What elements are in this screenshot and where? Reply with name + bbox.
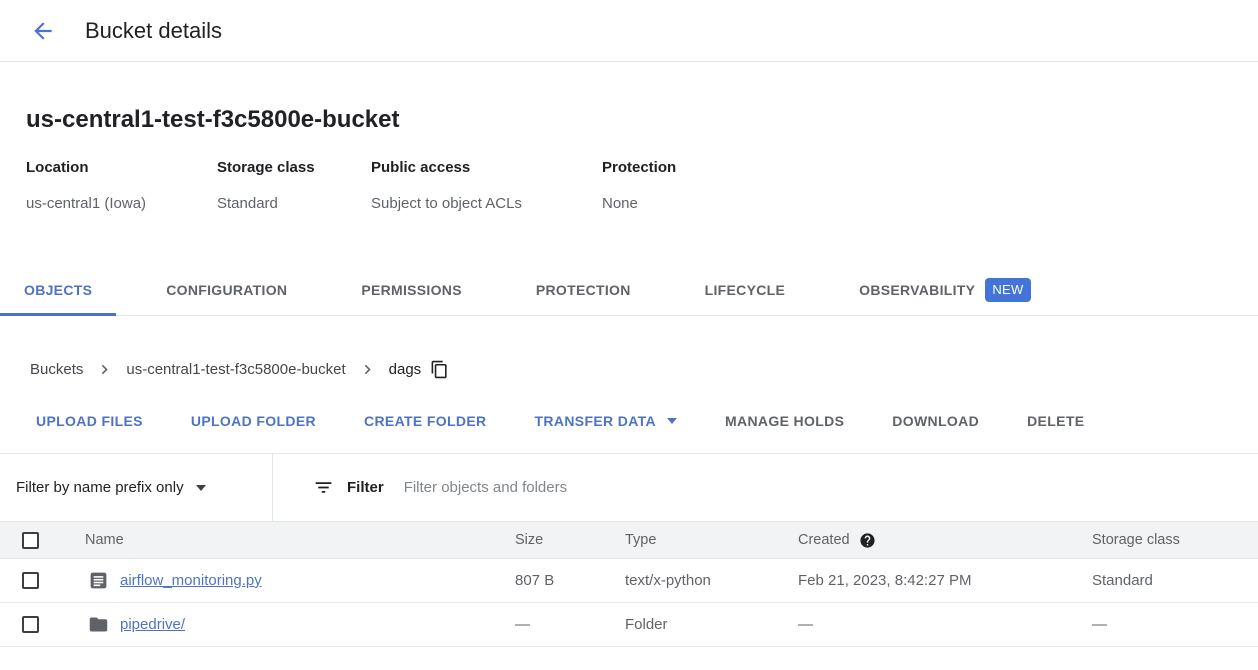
help-icon[interactable] bbox=[859, 532, 876, 549]
filter-label: Filter bbox=[347, 479, 384, 496]
vertical-divider bbox=[272, 454, 273, 522]
download-button[interactable]: DOWNLOAD bbox=[892, 413, 979, 429]
bucket-meta: Location us-central1 (Iowa) Storage clas… bbox=[26, 159, 1258, 213]
column-header-name: Name bbox=[64, 532, 494, 548]
cell-storage-class: Standard bbox=[1071, 572, 1258, 589]
table-row: airflow_monitoring.py 807 B text/x-pytho… bbox=[0, 559, 1258, 603]
manage-holds-button[interactable]: MANAGE HOLDS bbox=[725, 413, 844, 429]
tab-protection[interactable]: PROTECTION bbox=[512, 265, 655, 315]
file-icon bbox=[88, 570, 109, 591]
column-header-created: Created bbox=[777, 532, 1071, 549]
table-header-row: Name Size Type Created Storage class bbox=[0, 521, 1258, 559]
tab-configuration[interactable]: CONFIGURATION bbox=[142, 265, 311, 315]
object-link[interactable]: airflow_monitoring.py bbox=[120, 572, 262, 589]
cell-size: 807 B bbox=[494, 572, 604, 589]
meta-label: Location bbox=[26, 159, 217, 177]
meta-label: Storage class bbox=[217, 159, 371, 177]
object-toolbar: UPLOAD FILES UPLOAD FOLDER CREATE FOLDER… bbox=[36, 413, 1258, 429]
meta-value: Standard bbox=[217, 195, 371, 213]
breadcrumb-current-folder: dags bbox=[389, 361, 422, 378]
tab-lifecycle[interactable]: LIFECYCLE bbox=[681, 265, 809, 315]
column-header-type: Type bbox=[604, 532, 777, 548]
meta-value: None bbox=[602, 195, 676, 213]
select-all-checkbox[interactable] bbox=[22, 532, 39, 549]
filter-scope-dropdown[interactable]: Filter by name prefix only bbox=[0, 479, 272, 496]
chevron-right-icon bbox=[358, 360, 377, 379]
filter-input[interactable] bbox=[402, 478, 922, 497]
cell-type: Folder bbox=[604, 616, 777, 633]
meta-label: Public access bbox=[371, 159, 602, 177]
column-header-storage-class: Storage class bbox=[1071, 532, 1258, 548]
row-checkbox[interactable] bbox=[22, 572, 39, 589]
chevron-down-icon bbox=[667, 418, 677, 424]
meta-storage-class: Storage class Standard bbox=[217, 159, 371, 213]
delete-button[interactable]: DELETE bbox=[1027, 413, 1084, 429]
meta-protection: Protection None bbox=[602, 159, 676, 213]
cell-size: — bbox=[494, 616, 604, 633]
folder-icon bbox=[88, 614, 109, 635]
meta-public-access: Public access Subject to object ACLs bbox=[371, 159, 602, 213]
tab-bar: OBJECTS CONFIGURATION PERMISSIONS PROTEC… bbox=[0, 265, 1258, 316]
meta-value: us-central1 (Iowa) bbox=[26, 195, 217, 213]
meta-label: Protection bbox=[602, 159, 676, 177]
filter-list-icon bbox=[313, 477, 334, 498]
bucket-name: us-central1-test-f3c5800e-bucket bbox=[26, 105, 1258, 135]
upload-files-button[interactable]: UPLOAD FILES bbox=[36, 413, 143, 429]
breadcrumb-buckets[interactable]: Buckets bbox=[30, 361, 83, 378]
object-link[interactable]: pipedrive/ bbox=[120, 616, 185, 633]
meta-value: Subject to object ACLs bbox=[371, 195, 602, 213]
filter-row: Filter by name prefix only Filter bbox=[0, 453, 1258, 521]
create-folder-button[interactable]: CREATE FOLDER bbox=[364, 413, 487, 429]
cell-created: Feb 21, 2023, 8:42:27 PM bbox=[777, 572, 1071, 589]
tab-permissions[interactable]: PERMISSIONS bbox=[337, 265, 486, 315]
meta-location: Location us-central1 (Iowa) bbox=[26, 159, 217, 213]
breadcrumb: Buckets us-central1-test-f3c5800e-bucket… bbox=[30, 360, 1258, 379]
column-header-size: Size bbox=[494, 532, 604, 548]
table-row: pipedrive/ — Folder — — bbox=[0, 603, 1258, 647]
transfer-data-button[interactable]: TRANSFER DATA bbox=[535, 413, 677, 429]
cell-storage-class: — bbox=[1071, 616, 1258, 633]
chevron-down-icon bbox=[196, 485, 206, 491]
app-header: Bucket details bbox=[0, 0, 1258, 62]
chevron-right-icon bbox=[95, 360, 114, 379]
cell-type: text/x-python bbox=[604, 572, 777, 589]
new-badge: NEW bbox=[985, 278, 1030, 302]
tab-objects[interactable]: OBJECTS bbox=[0, 265, 116, 315]
copy-icon[interactable] bbox=[430, 360, 449, 379]
back-arrow-icon[interactable] bbox=[30, 18, 56, 44]
page-title: Bucket details bbox=[85, 18, 222, 44]
tab-observability[interactable]: OBSERVABILITY NEW bbox=[835, 265, 1054, 315]
row-checkbox[interactable] bbox=[22, 616, 39, 633]
cell-created: — bbox=[777, 616, 1071, 633]
upload-folder-button[interactable]: UPLOAD FOLDER bbox=[191, 413, 316, 429]
breadcrumb-bucket-name[interactable]: us-central1-test-f3c5800e-bucket bbox=[126, 361, 345, 378]
